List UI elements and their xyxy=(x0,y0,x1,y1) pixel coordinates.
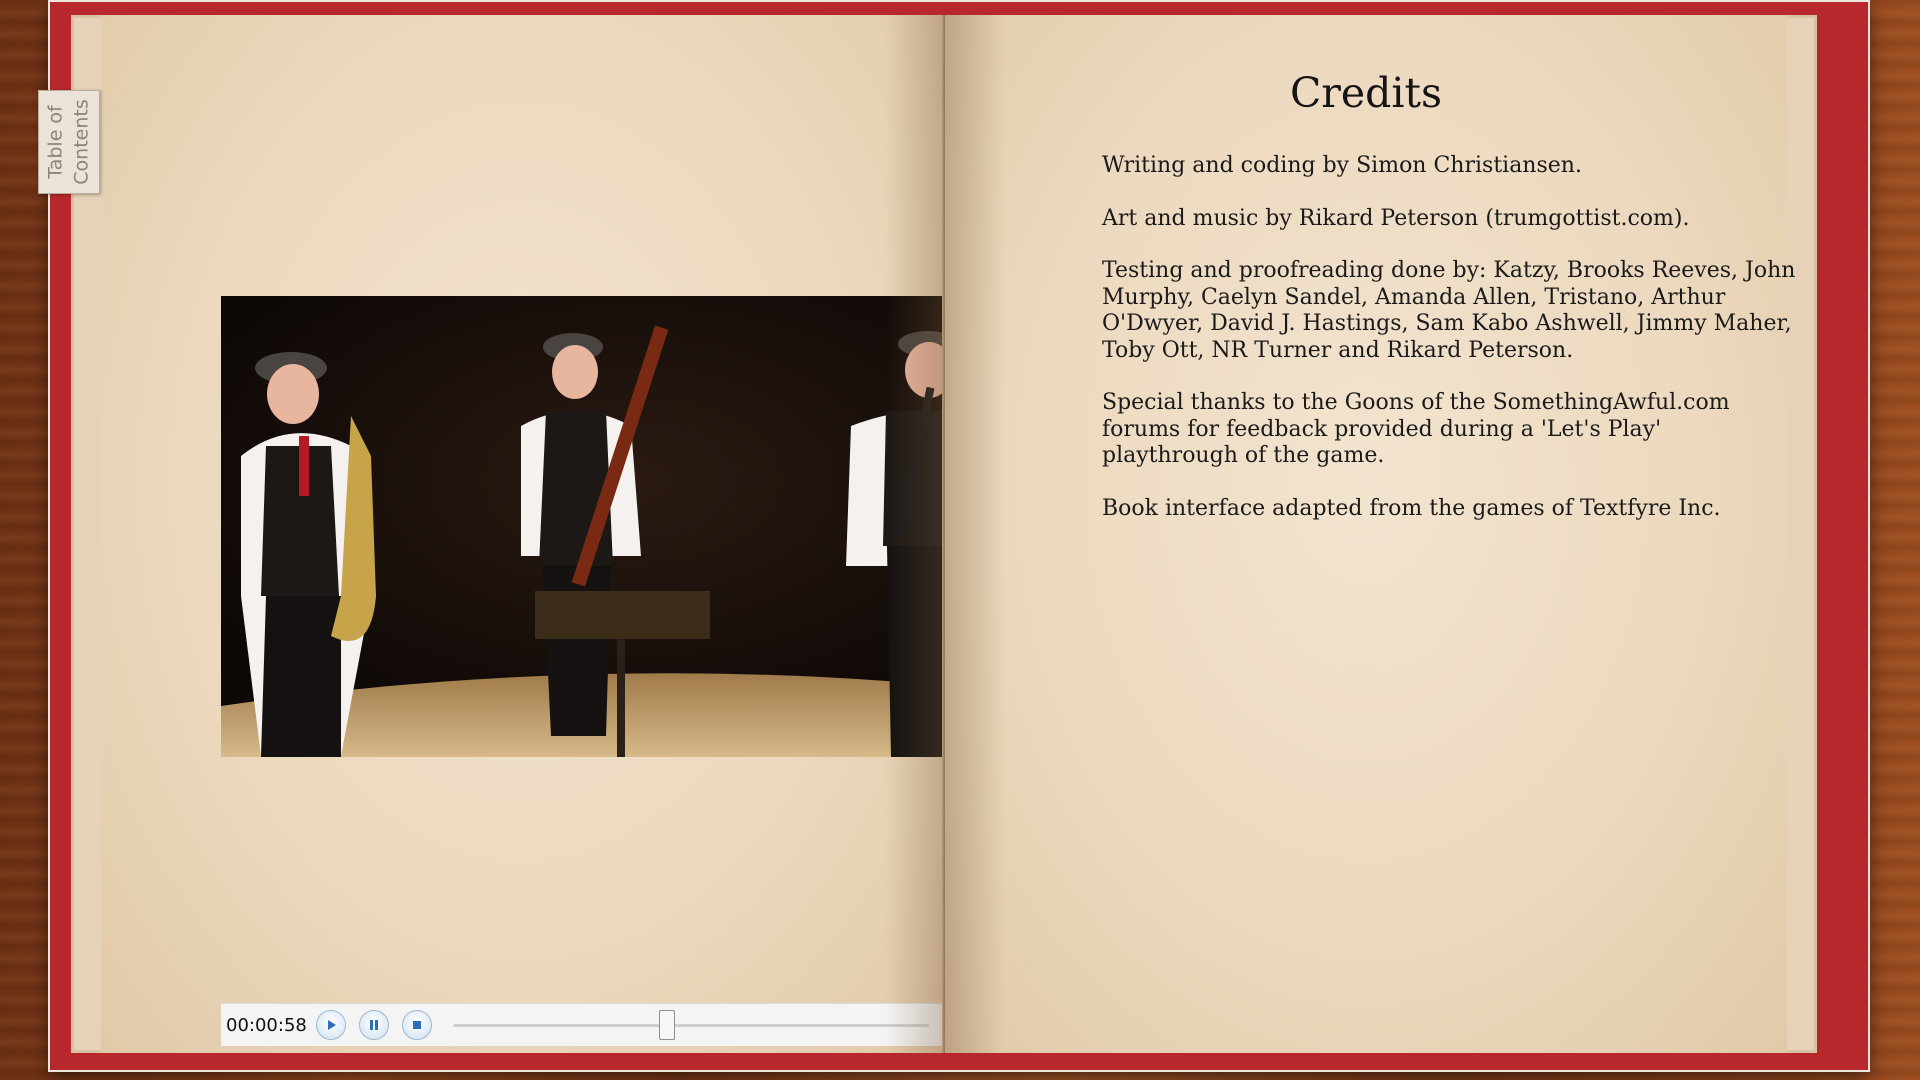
media-controls: 00:00:58 xyxy=(221,1003,1043,1046)
table-of-contents-tab[interactable]: Table of Contents xyxy=(38,90,100,194)
video-frame[interactable] xyxy=(221,296,1043,757)
credits-paragraph-art: Art and music by Rikard Peterson (trumgo… xyxy=(1102,205,1690,231)
book-pages: 00:00:58 Credits Writing and coding by S… xyxy=(71,15,1817,1053)
left-page: 00:00:58 xyxy=(101,15,1043,1053)
video-image xyxy=(221,296,1043,757)
stop-button[interactable] xyxy=(402,1010,432,1040)
right-page: Credits Writing and coding by Simon Chri… xyxy=(945,15,1795,1053)
seek-bar[interactable] xyxy=(453,1024,929,1027)
pause-button[interactable] xyxy=(359,1010,389,1040)
credits-paragraph-interface: Book interface adapted from the games of… xyxy=(1102,495,1721,521)
playback-time: 00:00:58 xyxy=(226,1015,307,1036)
play-icon xyxy=(328,1020,336,1030)
table-of-contents-label: Table of Contents xyxy=(45,99,93,185)
seek-thumb[interactable] xyxy=(659,1010,676,1040)
credits-paragraph-thanks: Special thanks to the Goons of the Somet… xyxy=(1102,390,1730,468)
credits-body: Writing and coding by Simon Christiansen… xyxy=(1102,153,1797,548)
pause-icon xyxy=(370,1020,378,1030)
credits-paragraph-testing: Testing and proofreading done by: Katzy,… xyxy=(1102,258,1796,363)
credits-paragraph-writing: Writing and coding by Simon Christiansen… xyxy=(1102,153,1582,178)
stop-icon xyxy=(413,1021,421,1029)
play-button[interactable] xyxy=(316,1010,346,1040)
credits-title: Credits xyxy=(1289,69,1443,117)
